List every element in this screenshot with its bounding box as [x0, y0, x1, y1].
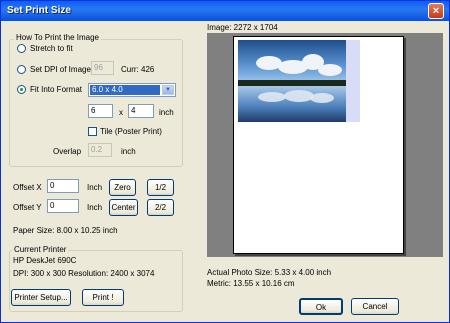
photo-reflection: [310, 93, 334, 103]
paper-page: [233, 36, 404, 254]
format-select[interactable]: 6.0 x 4.0 ▼: [88, 83, 176, 97]
half-button[interactable]: 1/2: [147, 179, 174, 196]
times-label: x: [119, 108, 123, 117]
cancel-button[interactable]: Cancel: [351, 298, 399, 315]
zero-button[interactable]: Zero: [109, 179, 136, 196]
printer-resolution: DPI: 300 x 300 Resolution: 2400 x 3074: [13, 269, 155, 278]
offset-y-input[interactable]: 0: [47, 199, 79, 213]
actual-size-label: Actual Photo Size: 5.33 x 4.00 inch: [207, 268, 332, 277]
offset-x-label: Offset X: [13, 183, 42, 192]
paper-size-label: Paper Size: 8.00 x 10.25 inch: [13, 226, 118, 235]
image-dimensions-label: Image: 2272 x 1704: [207, 23, 278, 32]
photo-cloud: [318, 64, 342, 76]
width-input[interactable]: 6: [88, 104, 113, 118]
print-button[interactable]: Print !: [82, 289, 124, 306]
title-bar[interactable]: Set Print Size ×: [1, 1, 449, 21]
format-selected-value: 6.0 x 4.0: [90, 85, 160, 95]
how-to-print-legend: How To Print the Image: [14, 33, 102, 42]
photo-extent-highlight: [346, 40, 360, 122]
metric-size-label: Metric: 13.55 x 10.16 cm: [207, 279, 295, 288]
ok-button[interactable]: Ok: [299, 298, 343, 315]
window-title: Set Print Size: [7, 5, 71, 16]
print-preview: [207, 33, 443, 257]
overlap-label: Overlap: [53, 147, 82, 156]
fit-format-label[interactable]: Fit Into Format: [30, 85, 82, 94]
tile-checkbox[interactable]: [88, 127, 97, 136]
fit-format-radio[interactable]: [17, 85, 26, 94]
overlap-unit-label: inch: [121, 147, 136, 156]
tile-label[interactable]: Tile (Poster Print): [100, 127, 162, 136]
center-button[interactable]: Center: [109, 199, 138, 216]
current-printer-legend: Current Printer: [12, 245, 69, 254]
photo-thumbnail[interactable]: [238, 40, 346, 122]
set-print-size-dialog: Set Print Size × How To Print the Image …: [0, 0, 450, 323]
two-half-button[interactable]: 2/2: [147, 199, 174, 216]
dpi-input[interactable]: 96: [91, 61, 114, 75]
printer-setup-button[interactable]: Printer Setup...: [11, 289, 71, 306]
chevron-down-icon[interactable]: ▼: [162, 85, 174, 95]
offset-y-unit: Inch: [87, 203, 103, 212]
offset-x-unit: Inch: [87, 183, 103, 192]
stretch-label[interactable]: Stretch to fit: [30, 44, 73, 53]
stretch-radio[interactable]: [17, 44, 26, 53]
height-input[interactable]: 4: [128, 104, 154, 118]
photo-reflection: [258, 92, 286, 102]
dpi-radio[interactable]: [17, 65, 26, 74]
offset-x-input[interactable]: 0: [47, 179, 79, 193]
current-dpi-label: Curr: 426: [121, 65, 155, 74]
dpi-label[interactable]: Set DPI of Image: [30, 65, 91, 74]
overlap-input[interactable]: 0.2: [88, 143, 112, 157]
printer-name: HP DeskJet 690C: [13, 256, 77, 265]
close-button[interactable]: ×: [428, 3, 444, 19]
offset-y-label: Offset Y: [13, 203, 42, 212]
inch-label: inch: [159, 108, 174, 117]
